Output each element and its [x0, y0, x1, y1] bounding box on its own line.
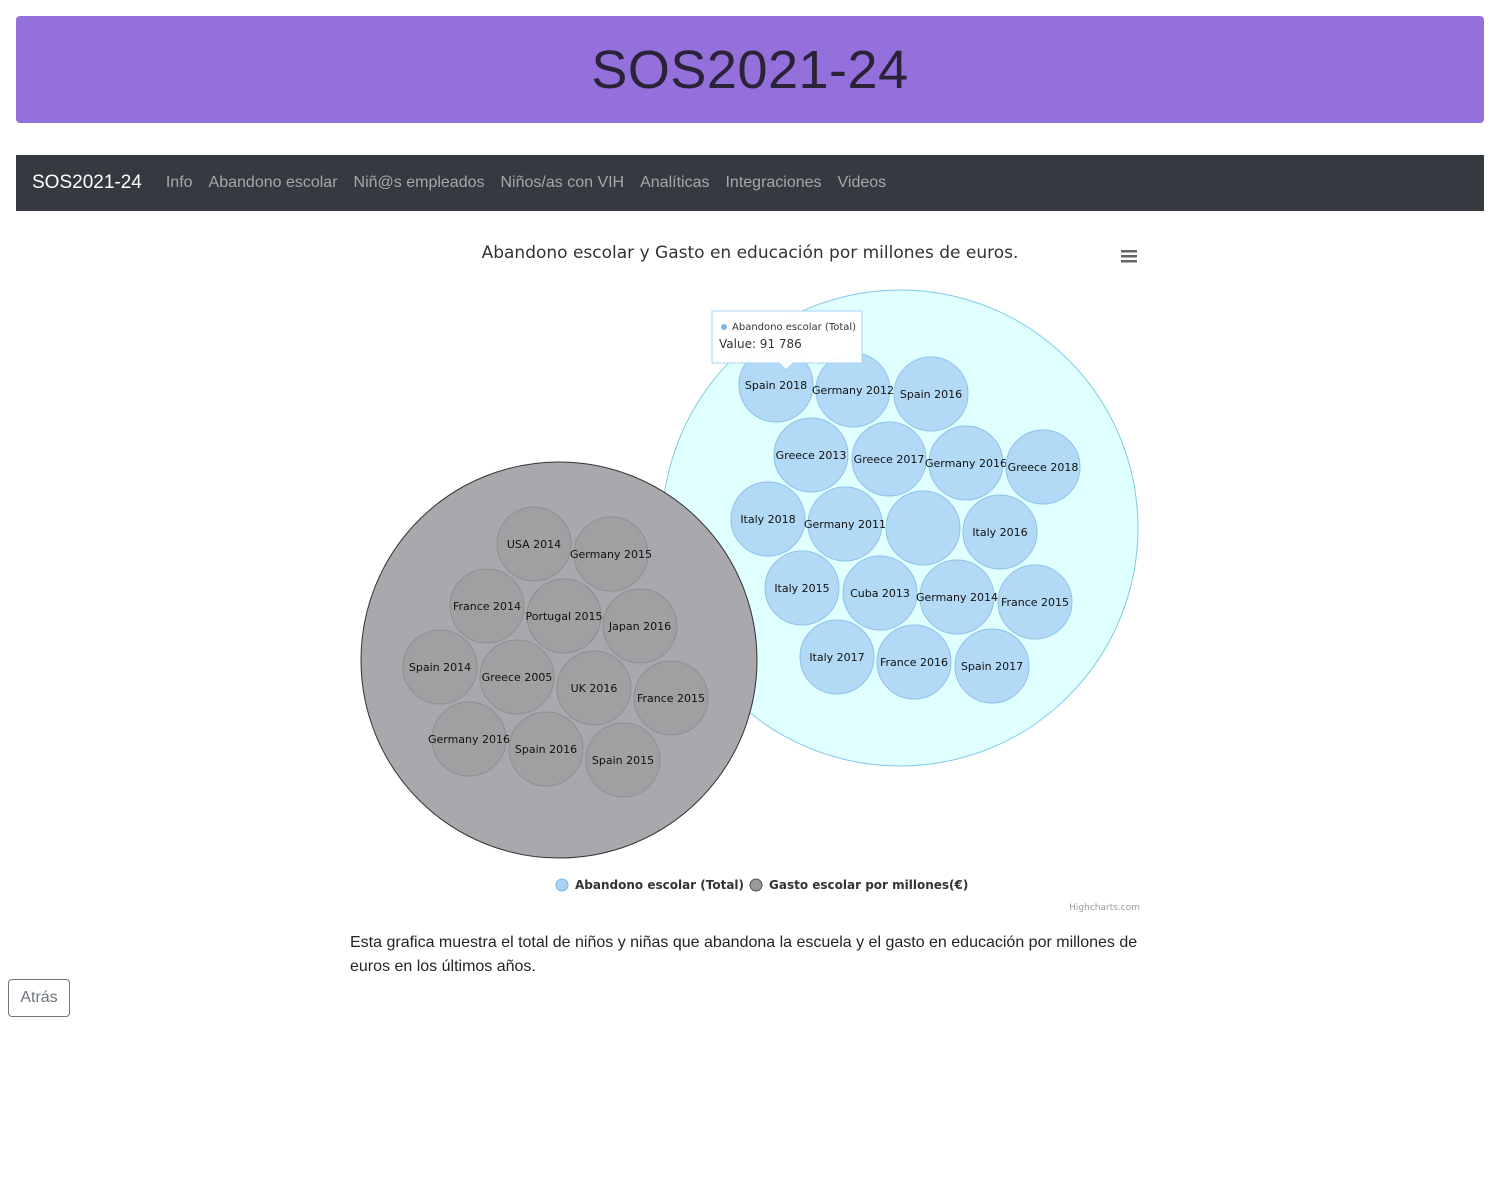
bubble-label: France 2015 [637, 692, 705, 705]
bubble-label: Germany 2015 [570, 548, 652, 561]
nav-link-analiticas[interactable]: Analíticas [640, 174, 709, 192]
bubble-label: France 2014 [453, 600, 521, 613]
bubble-label: France 2016 [880, 656, 948, 669]
series-gasto: USA 2014 Germany 2015 France 2014 Portugal … [360, 461, 758, 859]
legend: Abandono escolar (Total) Gasto escolar p… [555, 878, 968, 892]
bubble-label: Germany 2016 [925, 457, 1007, 470]
nav-link-ninos-vih[interactable]: Niños/as con VIH [501, 174, 625, 192]
bubble-label: Cuba 2013 [850, 587, 910, 600]
nav-link-integraciones[interactable]: Integraciones [725, 174, 821, 192]
bubble-label: Spain 2018 [745, 379, 807, 392]
bubble-label: Germany 2012 [812, 384, 894, 397]
bubble-label: Italy 2016 [972, 526, 1027, 539]
export-menu-icon[interactable] [1118, 246, 1140, 266]
bubble-label: Germany 2016 [428, 733, 510, 746]
bubble-label: USA 2014 [507, 538, 561, 551]
packed-bubble-chart: Abandono escolar y Gasto en educación po… [350, 230, 1150, 920]
bubble-abandono[interactable] [885, 490, 961, 566]
bubble-label: Japan 2016 [608, 620, 671, 633]
legend-label-gasto: Gasto escolar por millones(€) [769, 878, 968, 892]
highcharts-credits[interactable]: Highcharts.com [1069, 903, 1140, 913]
legend-item-abandono-escolar[interactable]: Abandono escolar (Total) [555, 878, 744, 892]
bubble-label: Italy 2017 [809, 651, 864, 664]
bubble-label: Germany 2011 [804, 518, 886, 531]
legend-marker-abandono [555, 878, 569, 892]
legend-item-gasto-escolar[interactable]: Gasto escolar por millones(€) [749, 878, 968, 892]
bubble-label: Greece 2013 [776, 449, 847, 462]
bubble-label: Spain 2017 [961, 660, 1023, 673]
bubble-label: Spain 2016 [515, 743, 577, 756]
bubble-label: Germany 2014 [916, 591, 998, 604]
bubble-label: Greece 2018 [1008, 461, 1079, 474]
bubble-label: Greece 2017 [854, 453, 925, 466]
bubble-label: Spain 2015 [592, 754, 654, 767]
navbar: SOS2021-24 Info Abandono escolar Niñ@s e… [16, 155, 1484, 211]
nav-link-videos[interactable]: Videos [838, 174, 887, 192]
tooltip-value: Value: 91 786 [719, 337, 802, 351]
legend-label-abandono: Abandono escolar (Total) [575, 878, 744, 892]
navbar-brand[interactable]: SOS2021-24 [32, 172, 142, 194]
chart-svg: Abandono escolar y Gasto en educación po… [360, 243, 1140, 913]
tooltip: Abandono escolar (Total) Value: 91 786 [711, 310, 863, 371]
page-title: SOS2021-24 [591, 39, 909, 100]
nav-link-abandono-escolar[interactable]: Abandono escolar [209, 174, 338, 192]
header-banner: SOS2021-24 [16, 16, 1484, 123]
tooltip-series-marker [721, 324, 727, 330]
bubble-label: Spain 2016 [900, 388, 962, 401]
chart-description: Esta grafica muestra el total de niños y… [350, 934, 1138, 975]
tooltip-series-name: Abandono escolar (Total) [732, 322, 856, 333]
bubble-label: Spain 2014 [409, 661, 471, 674]
bubble-label: Greece 2005 [482, 671, 553, 684]
nav-link-info[interactable]: Info [166, 174, 193, 192]
bubble-label: Italy 2015 [774, 582, 829, 595]
chart-title: Abandono escolar y Gasto en educación po… [482, 243, 1019, 263]
bubble-label: France 2015 [1001, 596, 1069, 609]
bubble-label: Italy 2018 [740, 513, 795, 526]
bubble-label: Portugal 2015 [525, 610, 602, 623]
legend-marker-gasto [749, 878, 763, 892]
bubble-label: UK 2016 [571, 682, 618, 695]
back-button[interactable]: Atrás [8, 979, 70, 1017]
nav-link-ninos-empleados[interactable]: Niñ@s empleados [354, 174, 485, 192]
